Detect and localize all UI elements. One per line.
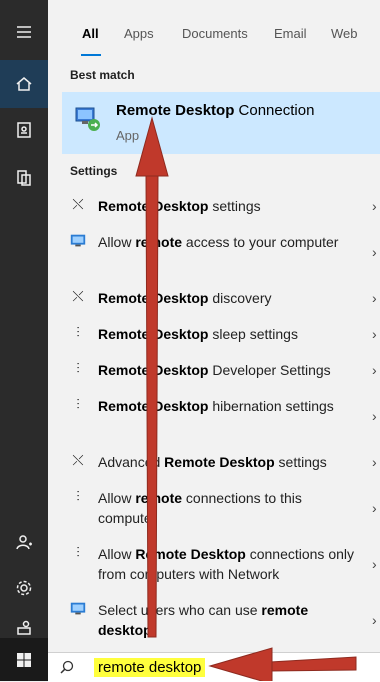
user-add-icon[interactable] (0, 518, 48, 566)
result-text: Allow remote access to your computer (98, 234, 339, 250)
result-text: Advanced Remote Desktop settings (98, 454, 327, 470)
monitor-icon (68, 600, 88, 620)
best-match-header: Best match (70, 68, 135, 82)
chevron-right-icon: › (372, 362, 377, 378)
sliders-icon: ⫶ (76, 488, 80, 504)
result-text: Select users who can use remote desktop (98, 602, 309, 638)
search-query-text[interactable]: remote desktop (94, 658, 206, 677)
settings-result-item[interactable]: ⤬ Advanced Remote Desktop settings › (62, 452, 380, 476)
result-text: Remote Desktop discovery (98, 290, 272, 306)
settings-result-item[interactable]: ⤬ Remote Desktop discovery › (62, 288, 380, 312)
result-text: Allow Remote Desktop connections only fr… (98, 546, 355, 582)
settings-result-item[interactable]: ⫶ Remote Desktop sleep settings › (62, 324, 380, 348)
chevron-right-icon: › (372, 198, 377, 214)
search-icon (60, 660, 74, 674)
best-match-result[interactable]: Remote Desktop Connection App (62, 92, 380, 154)
remote-desktop-app-icon (75, 107, 100, 131)
sliders-icon: ⫶ (76, 360, 80, 376)
tab-documents[interactable]: Documents (182, 26, 248, 41)
documents-icon[interactable] (0, 154, 48, 202)
tab-all[interactable]: All (82, 26, 99, 41)
chevron-right-icon: › (372, 244, 377, 260)
sliders-icon: ⫶ (76, 544, 80, 560)
settings-result-item[interactable]: ⫶ Allow remote connections to this compu… (62, 488, 380, 532)
result-text: Remote Desktop settings (98, 198, 261, 214)
windows-start-icon[interactable] (0, 638, 48, 681)
settings-result-item[interactable]: ⫶ Allow Remote Desktop connections only … (62, 544, 380, 588)
settings-result-item[interactable]: ⤬ Remote Desktop settings › (62, 196, 380, 220)
sliders-icon: ⫶ (76, 396, 80, 412)
remote-settings-icon: ⤬ (72, 452, 84, 468)
chevron-right-icon: › (372, 500, 377, 516)
monitor-icon (68, 232, 88, 252)
settings-header: Settings (70, 164, 118, 178)
settings-result-item[interactable]: ⫶ Remote Desktop Developer Settings › (62, 360, 380, 384)
result-text: Remote Desktop Developer Settings (98, 362, 331, 378)
chevron-right-icon: › (372, 408, 377, 424)
search-results-panel: All Apps Documents Email Web Best match … (48, 0, 380, 652)
tab-apps[interactable]: Apps (124, 26, 154, 41)
chevron-right-icon: › (372, 612, 377, 628)
active-tab-indicator (81, 54, 101, 56)
best-match-subtitle: App (116, 128, 140, 143)
chevron-right-icon: › (372, 326, 377, 342)
remote-settings-icon: ⤬ (72, 288, 84, 304)
filter-tabs: All Apps Documents Email Web (48, 0, 380, 60)
result-text: Allow remote connections to this compute… (98, 490, 302, 526)
chevron-right-icon: › (372, 556, 377, 572)
remote-settings-icon: ⤬ (72, 196, 84, 212)
settings-result-item[interactable]: Select users who can use remote desktop … (62, 600, 380, 644)
chevron-right-icon: › (372, 454, 377, 470)
search-box[interactable]: remote desktop (48, 652, 380, 682)
left-rail (0, 0, 48, 681)
chevron-right-icon: › (372, 290, 377, 306)
settings-result-item[interactable]: ⫶ Remote Desktop hibernation settings › (62, 396, 380, 440)
sliders-icon: ⫶ (76, 324, 80, 340)
tab-web[interactable]: Web (331, 26, 358, 41)
home-icon[interactable] (0, 60, 48, 108)
settings-result-item[interactable]: Allow remote access to your computer › (62, 232, 380, 276)
result-text: Remote Desktop sleep settings (98, 326, 298, 342)
tab-email[interactable]: Email (274, 26, 307, 41)
result-text: Remote Desktop hibernation settings (98, 398, 334, 414)
hamburger-menu-icon[interactable] (0, 8, 48, 56)
best-match-title: Remote Desktop Connection (116, 102, 315, 119)
notebook-icon[interactable] (0, 106, 48, 154)
